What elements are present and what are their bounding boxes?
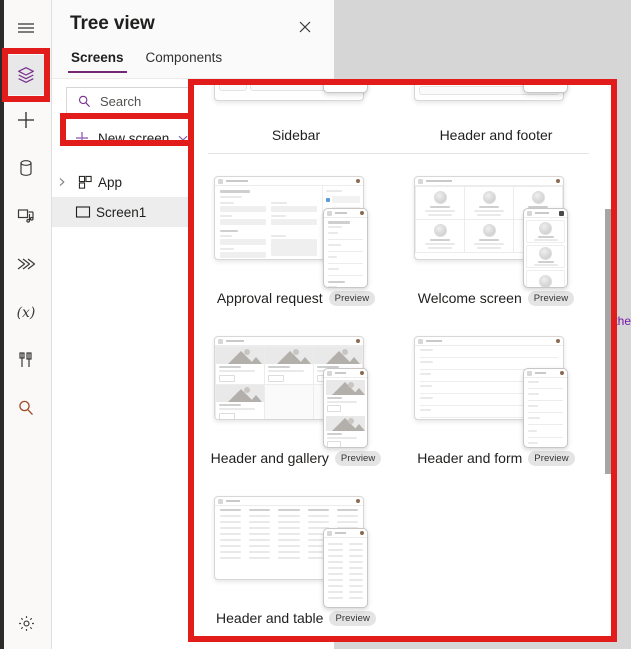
left-rail: (x) — [0, 0, 52, 649]
power-automate-icon[interactable] — [6, 244, 46, 284]
panel-tabs: Screens Components — [68, 48, 225, 73]
status-badge: Preview — [328, 291, 376, 306]
tree-view-icon[interactable] — [6, 55, 46, 95]
database-data-icon[interactable] — [6, 148, 46, 188]
screen-template-gallery: Sidebar Header and footer Approval reque… — [190, 81, 615, 640]
close-icon[interactable] — [294, 16, 316, 38]
thumbnail — [396, 168, 596, 288]
template-card-header-footer[interactable]: Header and footer — [396, 81, 596, 143]
template-row: Header and gallery Preview Header and fo… — [196, 328, 601, 466]
template-row: Approval request Preview Welcome screen … — [196, 168, 601, 306]
template-card-empty — [396, 488, 596, 626]
thumbnail — [196, 168, 396, 288]
template-card-header-and-table[interactable]: Header and table Preview — [196, 488, 396, 626]
template-label: Header and form Preview — [396, 450, 596, 466]
template-row: Header and table Preview — [196, 488, 601, 626]
tree-item-label: App — [98, 174, 123, 190]
page-title: Tree view — [70, 13, 155, 34]
chevron-right-icon[interactable] — [52, 177, 72, 187]
tree-item-label: Screen1 — [96, 204, 147, 220]
plus-insert-icon[interactable] — [6, 100, 46, 140]
status-badge: Preview — [329, 611, 376, 626]
search-icon — [77, 94, 92, 109]
rail-edge-strip — [0, 0, 4, 649]
thumbnail — [396, 81, 596, 123]
template-card-welcome-screen[interactable]: Welcome screen Preview — [396, 168, 596, 306]
settings-gear-icon[interactable] — [6, 603, 46, 643]
app-icon — [72, 175, 98, 190]
hamburger-menu-icon[interactable] — [6, 8, 46, 48]
thumbnail — [396, 328, 596, 448]
tools-icon[interactable] — [6, 340, 46, 380]
thumbnail — [196, 328, 396, 448]
screen-icon — [70, 205, 96, 219]
template-card-sidebar[interactable]: Sidebar — [196, 81, 396, 143]
clipped-link-text[interactable]: the — [614, 314, 631, 328]
template-label: Header and footer — [439, 127, 553, 143]
chevron-down-icon — [177, 132, 189, 144]
svg-text:(x): (x) — [17, 305, 36, 321]
tab-components[interactable]: Components — [143, 48, 226, 73]
thumbnail — [196, 488, 396, 608]
gallery-scrollbar-thumb[interactable] — [605, 209, 612, 474]
app-window: (x) Tree view Screens Components Search … — [0, 0, 631, 649]
template-row: Sidebar Header and footer — [196, 81, 601, 143]
panel-header: Tree view Screens Components — [52, 0, 334, 78]
status-badge: Preview — [528, 451, 575, 466]
template-card-header-and-form[interactable]: Header and form Preview — [396, 328, 596, 466]
tab-screens[interactable]: Screens — [68, 48, 127, 73]
media-icon[interactable] — [6, 196, 46, 236]
plus-icon — [74, 130, 90, 146]
section-divider — [208, 153, 589, 154]
search-placeholder: Search — [100, 93, 142, 109]
search-icon[interactable] — [6, 388, 46, 428]
new-screen-label: New screen — [98, 130, 170, 146]
template-label: Header and gallery Preview — [196, 450, 396, 466]
template-label: Header and table Preview — [196, 610, 396, 626]
template-card-approval-request[interactable]: Approval request Preview — [196, 168, 396, 306]
template-label: Sidebar — [271, 127, 321, 143]
variables-icon[interactable]: (x) — [6, 292, 46, 332]
thumbnail — [196, 81, 396, 123]
template-label: Welcome screen Preview — [396, 290, 596, 306]
template-card-header-and-gallery[interactable]: Header and gallery Preview — [196, 328, 396, 466]
status-badge: Preview — [334, 451, 382, 466]
status-badge: Preview — [527, 291, 575, 306]
template-label: Approval request Preview — [196, 290, 396, 306]
